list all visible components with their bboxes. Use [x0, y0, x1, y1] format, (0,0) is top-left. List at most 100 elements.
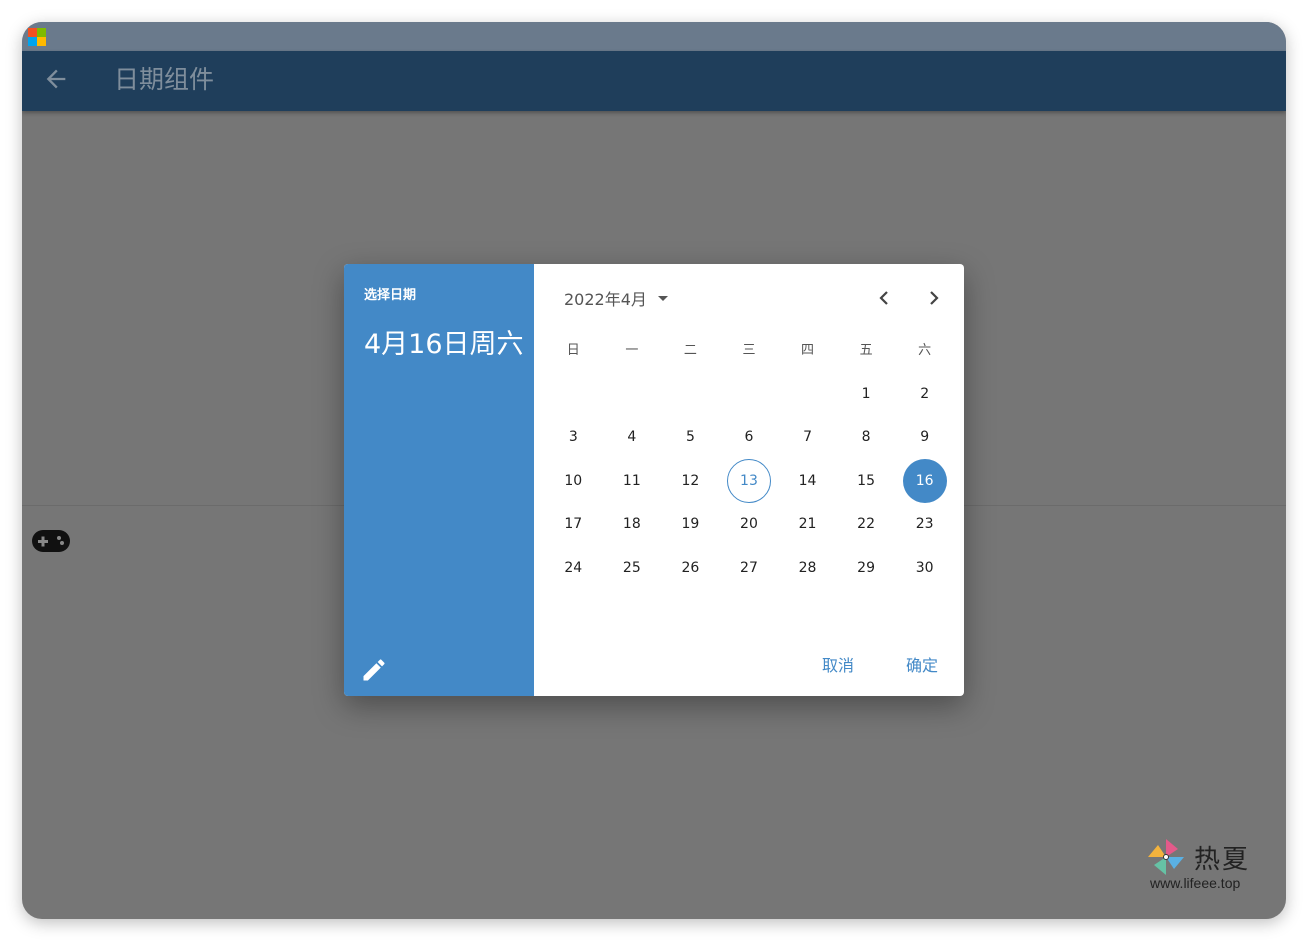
day-cell[interactable]: 13	[720, 458, 779, 503]
day-label: 5	[685, 429, 695, 446]
day-label: 3	[568, 429, 578, 446]
day-cell[interactable]: 23	[895, 503, 954, 547]
day-label: 1	[861, 385, 871, 402]
day-label: 2	[920, 385, 930, 402]
title-bar	[22, 22, 1286, 51]
back-button[interactable]	[42, 65, 74, 97]
day-cell[interactable]: 1	[837, 372, 896, 416]
weekday-header: 日 一 二 三 四 五 六	[544, 336, 954, 366]
month-year-selector[interactable]: 2022年4月	[564, 284, 675, 312]
day-label: 23	[915, 516, 934, 533]
pinwheel-logo-icon	[1148, 839, 1184, 875]
weekday-label: 二	[683, 343, 697, 358]
day-cell[interactable]: 9	[895, 416, 954, 460]
day-cell[interactable]: 16	[895, 458, 954, 503]
day-cell[interactable]: 26	[661, 546, 720, 590]
weekday-label: 五	[859, 343, 873, 358]
page-title: 日期组件	[114, 65, 215, 94]
dropdown-arrow-icon	[657, 296, 668, 301]
next-month-button[interactable]	[918, 282, 950, 314]
date-picker-dialog: 选择日期 4月16日周六 2022年4月 日 一 二 三 四 五 六 1 2 3…	[344, 264, 964, 696]
day-cell[interactable]: 14	[778, 459, 837, 503]
day-label: 7	[803, 429, 812, 446]
day-cell[interactable]: 18	[603, 503, 662, 547]
day-label: 19	[681, 516, 700, 533]
empty-day-cell	[661, 372, 720, 416]
day-label: 17	[564, 516, 583, 533]
cancel-button[interactable]: 取消	[816, 646, 860, 682]
day-cell[interactable]: 6	[720, 416, 779, 460]
windows-logo-icon	[28, 28, 46, 46]
day-cell[interactable]: 7	[778, 416, 837, 460]
day-cell[interactable]: 30	[895, 546, 954, 590]
selected-date-headline: 4月16日周六	[364, 329, 524, 360]
day-label: 11	[622, 472, 641, 489]
day-cell[interactable]: 8	[837, 416, 896, 460]
weekday-label: 六	[918, 343, 932, 358]
day-grid: 1 2 3 4 5 6 7 8 9 10 11 12 13 14 15 16 17 18 19 20 21 22 23 24 2…	[544, 372, 954, 590]
day-cell[interactable]: 4	[603, 416, 662, 460]
day-cell[interactable]: 29	[837, 546, 896, 590]
watermark-name: 热夏	[1194, 845, 1251, 875]
day-cell[interactable]: 27	[720, 546, 779, 590]
ok-button[interactable]: 确定	[900, 646, 944, 682]
day-label: 10	[564, 472, 583, 489]
previous-month-button[interactable]	[868, 282, 900, 314]
weekday-label: 一	[625, 343, 639, 358]
empty-day-cell	[603, 372, 662, 416]
day-label: 18	[622, 516, 641, 533]
dialog-actions: 取消 确定	[816, 646, 944, 682]
day-label: 25	[622, 559, 641, 576]
help-text: 选择日期	[364, 288, 417, 303]
day-cell[interactable]: 11	[603, 459, 662, 503]
day-label	[551, 372, 595, 416]
day-label: 4	[627, 429, 637, 446]
app-bar: 日期组件	[22, 51, 1286, 111]
day-label: 21	[798, 516, 817, 533]
day-cell[interactable]: 25	[603, 546, 662, 590]
weekday-label: 日	[566, 343, 580, 358]
day-cell[interactable]: 20	[720, 503, 779, 547]
chevron-left-icon	[879, 291, 888, 305]
chevron-right-icon	[930, 291, 939, 305]
date-picker-header: 选择日期 4月16日周六	[344, 264, 534, 696]
day-label: 12	[681, 472, 700, 489]
empty-day-cell	[544, 372, 603, 416]
day-label: 15	[857, 472, 875, 489]
weekday-label: 四	[801, 343, 815, 358]
day-cell[interactable]: 15	[837, 459, 896, 503]
day-label: 26	[681, 559, 700, 576]
weekday-label: 三	[742, 343, 756, 358]
day-cell[interactable]: 5	[661, 416, 720, 460]
day-label: 27	[740, 559, 758, 576]
edit-icon[interactable]	[360, 656, 388, 684]
day-label: 8	[861, 429, 871, 446]
day-label: 22	[857, 516, 875, 533]
empty-day-cell	[720, 372, 779, 416]
day-label: 28	[798, 559, 817, 576]
empty-day-cell	[778, 372, 837, 416]
day-label: 9	[920, 429, 930, 446]
day-cell[interactable]: 21	[778, 503, 837, 547]
day-label: 6	[744, 429, 754, 446]
day-cell[interactable]: 22	[837, 503, 896, 547]
watermark: 热夏 www.lifeee.top	[1146, 837, 1262, 897]
day-cell[interactable]: 3	[544, 416, 603, 460]
day-label	[727, 372, 771, 416]
day-label	[786, 372, 830, 416]
day-cell[interactable]: 10	[544, 459, 603, 503]
day-label: 29	[857, 559, 875, 576]
day-cell[interactable]: 19	[661, 503, 720, 547]
watermark-url: www.lifeee.top	[1150, 875, 1241, 891]
day-cell[interactable]: 12	[661, 459, 720, 503]
day-cell[interactable]: 28	[778, 546, 837, 590]
gamepad-icon[interactable]	[32, 530, 70, 552]
day-label: 14	[798, 472, 817, 489]
day-label	[610, 372, 654, 416]
day-label: 30	[915, 559, 934, 576]
day-cell[interactable]: 24	[544, 546, 603, 590]
day-label: 16	[902, 458, 947, 503]
day-cell[interactable]: 2	[895, 372, 954, 416]
day-cell[interactable]: 17	[544, 503, 603, 547]
day-label: 13	[726, 458, 771, 503]
